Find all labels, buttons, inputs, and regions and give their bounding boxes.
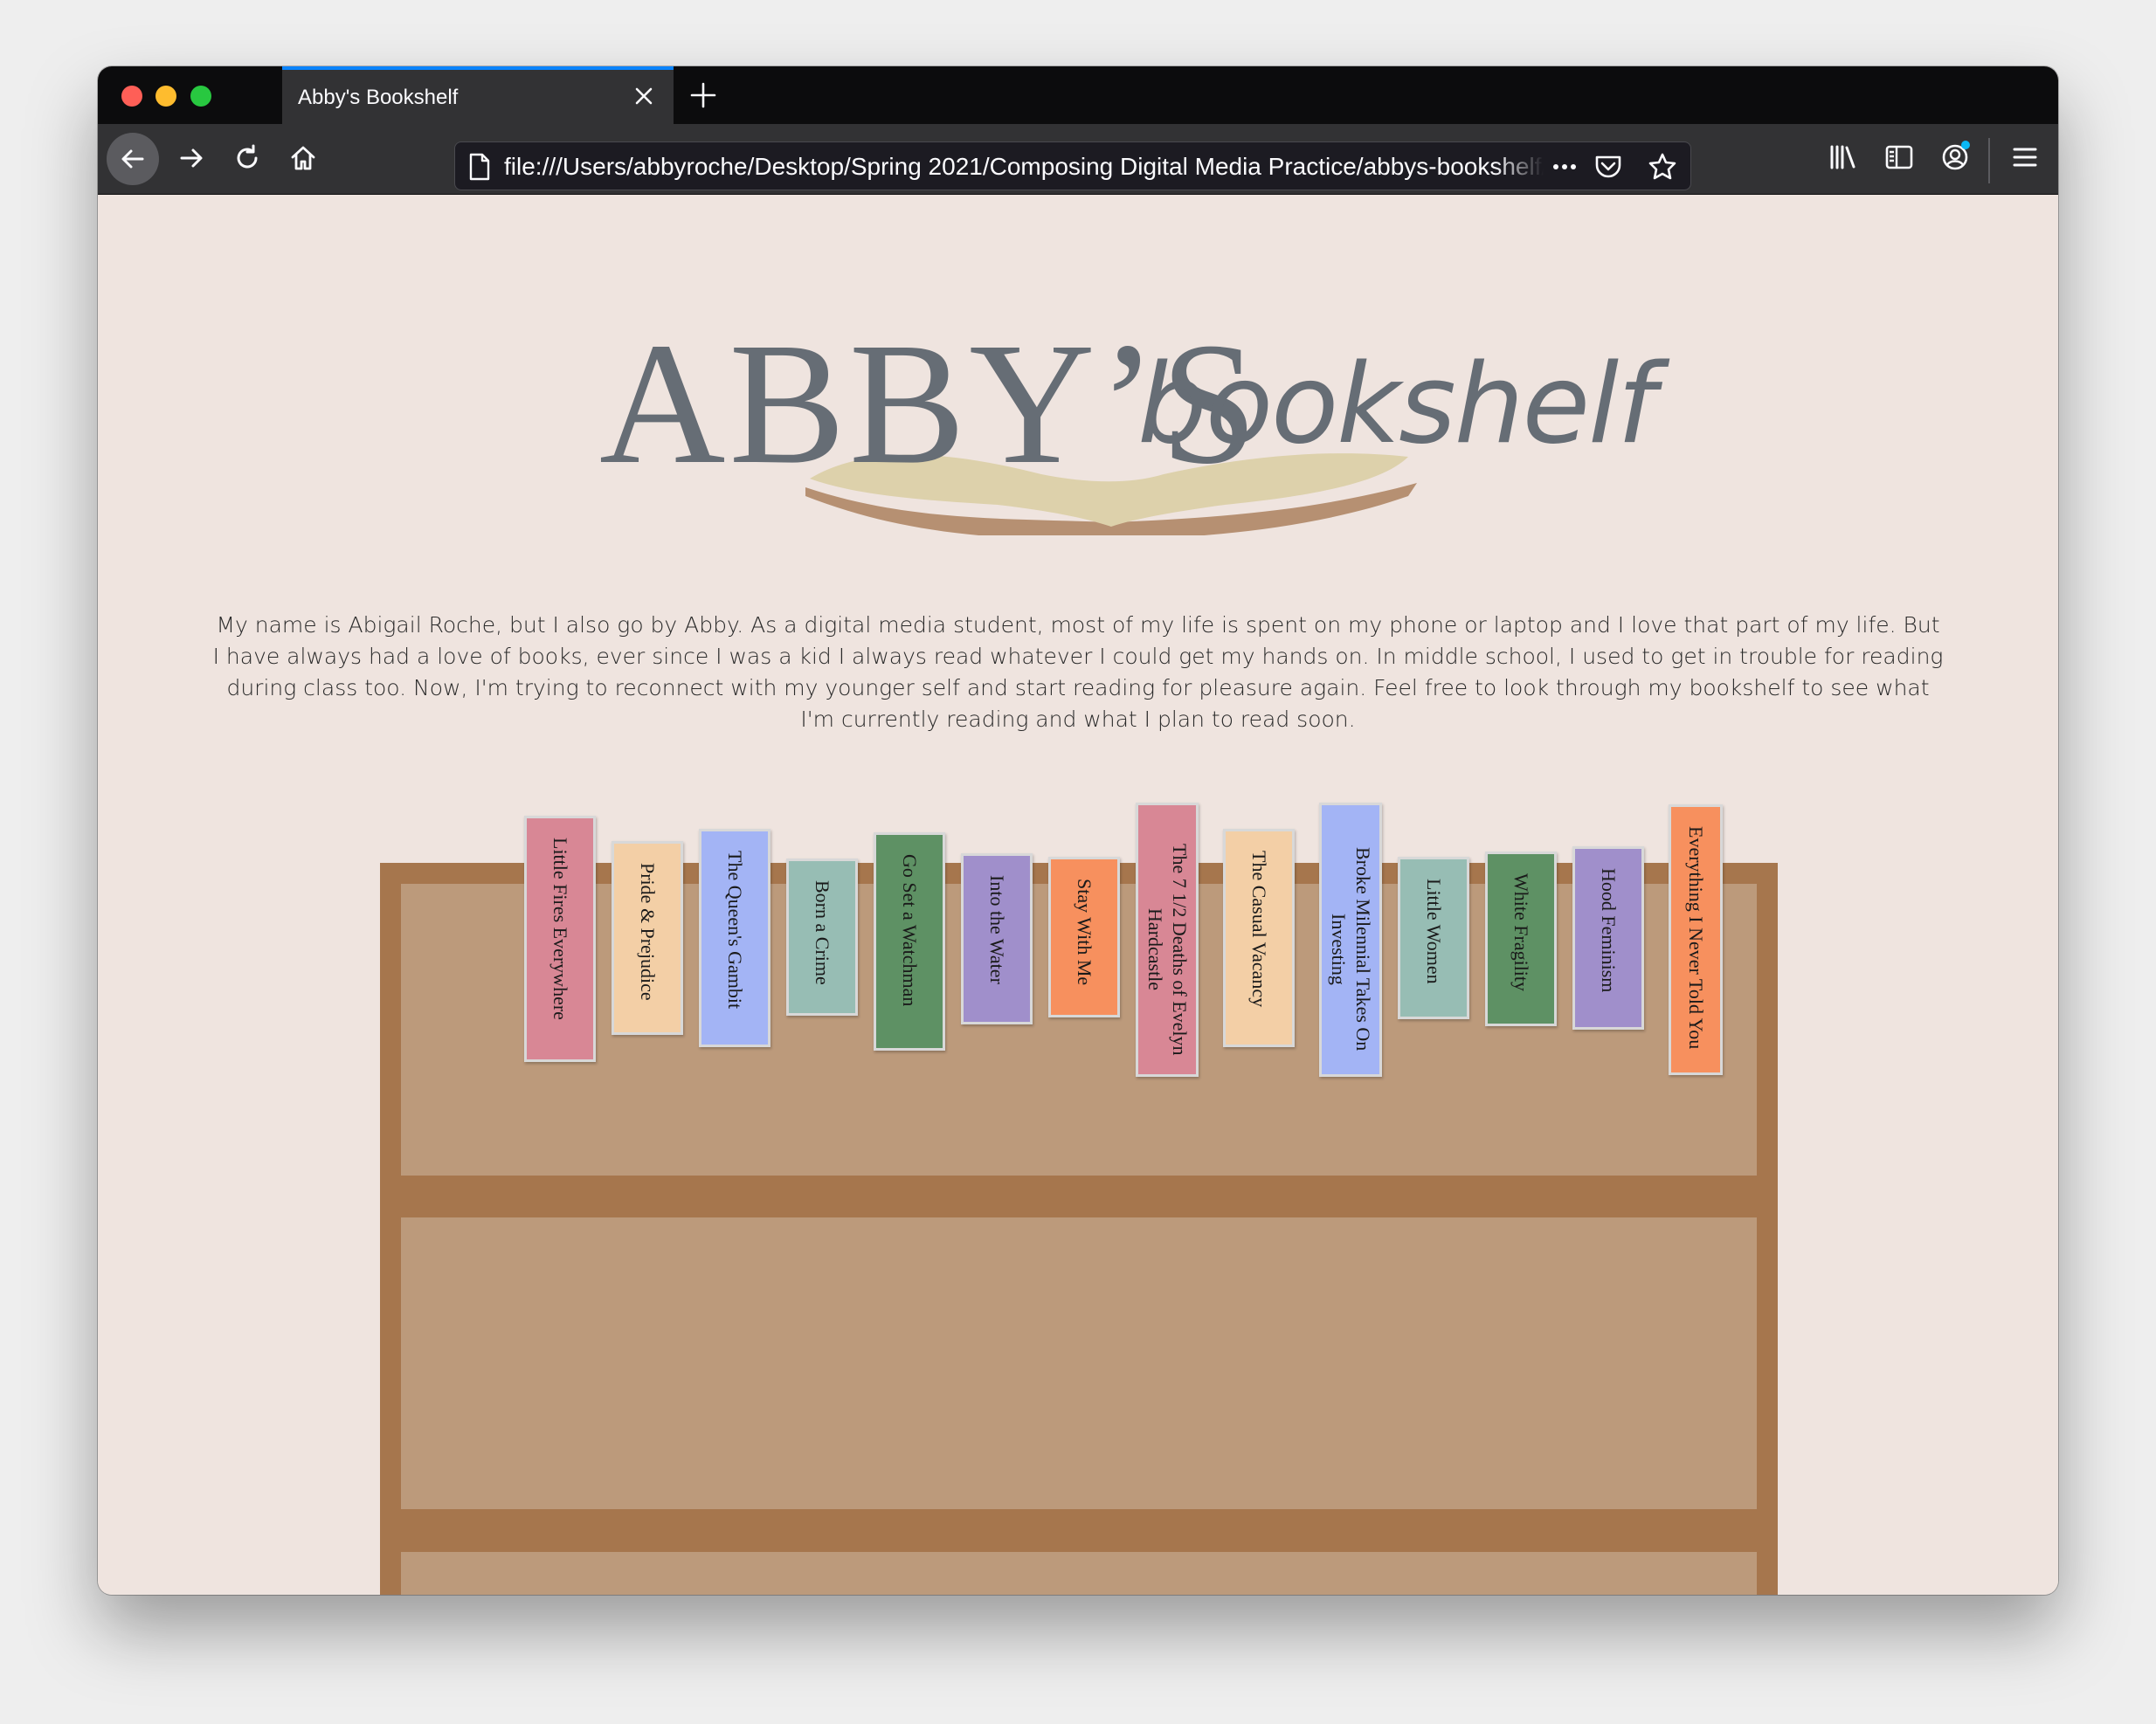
book-title: Little Fires Everywhere: [549, 838, 571, 1020]
maximize-window-button[interactable]: [190, 86, 211, 107]
book-title: Everything I Never Told You: [1685, 826, 1707, 1050]
hamburger-menu-icon[interactable]: [2007, 140, 2042, 175]
tab-bar: Abby's Bookshelf: [98, 66, 2058, 124]
browser-window: Abby's Bookshelf file:///Users/abbyroche…: [98, 66, 2058, 1595]
book-title: Hood Feminism: [1598, 868, 1620, 993]
back-arrow-icon: [121, 149, 144, 169]
shelf-compartment-3: [401, 1552, 1757, 1595]
sidebar-icon[interactable]: [1882, 140, 1917, 175]
book[interactable]: Hood Feminism: [1572, 846, 1644, 1030]
account-icon[interactable]: [1938, 140, 1973, 175]
book[interactable]: Into the Water: [961, 853, 1033, 1024]
reload-icon: [237, 144, 258, 169]
book-title: Pride & Prejudice: [637, 863, 659, 1001]
book[interactable]: Little Fires Everywhere: [524, 816, 596, 1062]
site-logo: ABBY’S bookshelf: [596, 317, 1670, 535]
url-fade: [1495, 142, 1544, 190]
book-title: Little Women: [1423, 879, 1445, 984]
book-title: White Fragility: [1510, 873, 1532, 992]
minimize-window-button[interactable]: [155, 86, 176, 107]
book[interactable]: Go Set a Watchman: [874, 832, 945, 1051]
book[interactable]: Born a Crime: [786, 859, 858, 1016]
book-title: Into the Water: [986, 875, 1008, 984]
library-icon[interactable]: [1826, 140, 1861, 175]
shelf-compartment-2: [401, 1217, 1757, 1509]
logo-subtitle: bookshelf: [1137, 340, 1656, 468]
book-title: Go Set a Watchman: [899, 854, 921, 1007]
intro-paragraph: My name is Abigail Roche, but I also go …: [212, 612, 1944, 732]
tab-abbys-bookshelf[interactable]: Abby's Bookshelf: [282, 66, 674, 124]
book[interactable]: The 7 1/2 Deaths of Evelyn Hardcastle: [1136, 803, 1199, 1077]
home-button[interactable]: [280, 134, 327, 182]
pocket-icon[interactable]: [1593, 151, 1624, 183]
new-tab-icon[interactable]: [688, 80, 718, 110]
book-title: Broke Milennial Takes On Investing: [1328, 847, 1374, 1052]
book[interactable]: Everything I Never Told You: [1669, 804, 1723, 1075]
more-actions-icon[interactable]: [1549, 151, 1580, 183]
page-content: ABBY’S bookshelf My name is Abigail Roch…: [98, 195, 2058, 1595]
page-icon: [469, 153, 490, 181]
forward-button[interactable]: [168, 134, 215, 182]
forward-arrow-icon: [180, 148, 203, 168]
book[interactable]: Little Women: [1398, 857, 1469, 1019]
home-icon: [291, 146, 315, 170]
reload-button[interactable]: [224, 134, 271, 182]
book[interactable]: Stay With Me: [1048, 857, 1120, 1017]
book-title: The 7 1/2 Deaths of Evelyn Hardcastle: [1144, 843, 1191, 1056]
toolbar-divider: [1988, 138, 1990, 183]
tab-title: Abby's Bookshelf: [298, 86, 459, 109]
bookmark-star-icon[interactable]: [1647, 151, 1678, 183]
url-text[interactable]: file:///Users/abbyroche/Desktop/Spring 2…: [504, 153, 1544, 181]
book-title: The Casual Vacancy: [1248, 851, 1270, 1008]
book-title: Stay With Me: [1074, 879, 1095, 986]
book[interactable]: Pride & Prejudice: [612, 841, 683, 1035]
book[interactable]: White Fragility: [1485, 852, 1557, 1026]
back-button[interactable]: [107, 133, 159, 185]
url-bar[interactable]: file:///Users/abbyroche/Desktop/Spring 2…: [454, 141, 1691, 190]
book[interactable]: The Queen's Gambit: [699, 829, 770, 1047]
close-tab-icon[interactable]: [632, 84, 656, 108]
book-title: The Queen's Gambit: [724, 851, 746, 1010]
book[interactable]: Broke Milennial Takes On Investing: [1319, 803, 1382, 1077]
book[interactable]: The Casual Vacancy: [1223, 829, 1295, 1047]
book-title: Born a Crime: [812, 880, 833, 985]
close-window-button[interactable]: [121, 86, 142, 107]
